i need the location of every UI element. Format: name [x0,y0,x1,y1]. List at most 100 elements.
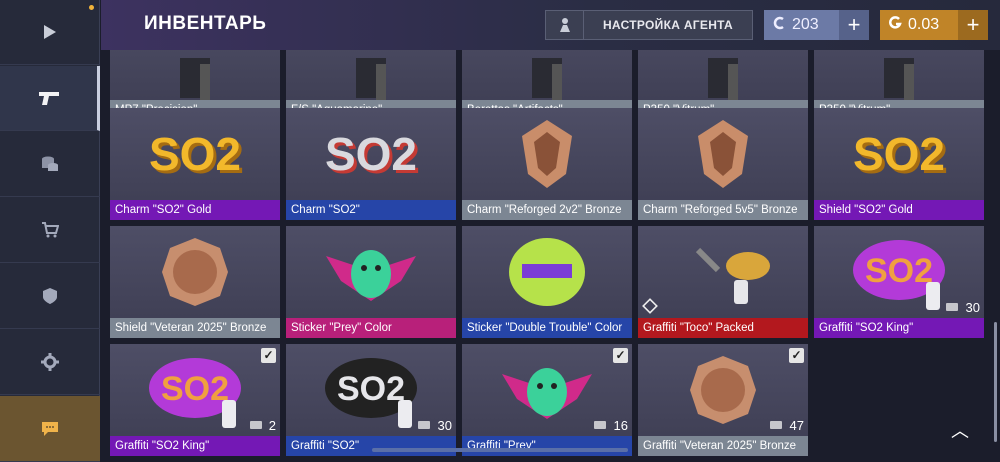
stack-icon [418,421,430,429]
sidebar-item-settings[interactable] [0,330,100,395]
item-image: SO2 [814,226,984,318]
item-name-label: Shield "Veteran 2025" Bronze [110,318,280,338]
item-image [110,50,280,100]
inventory-item-card[interactable]: Sticker "Prey" Color [286,226,456,338]
item-image: SO2 SO2 [286,108,456,200]
item-toco-art [695,247,770,304]
cart-icon [42,222,59,238]
inventory-item-card[interactable]: Charm "Reforged 2v2" Bronze [462,108,632,220]
silver-balance: 203 + [764,10,869,40]
selected-check-icon[interactable]: ✓ [613,348,628,363]
top-bar: ИНВЕНТАРЬ НАСТРОЙКА АГЕНТА 203 + 0.03 + [101,0,1000,50]
inventory-item-card[interactable]: SO2 SO2 Charm "SO2" [286,108,456,220]
vertical-scrollbar[interactable] [994,322,997,442]
inventory-item-card[interactable]: SO2 30 Graffiti "SO2" [286,344,456,456]
sidebar-item-play[interactable] [0,0,100,65]
item-image [638,108,808,200]
coins-icon [42,156,58,171]
item-name-label: Charm "Reforged 5v5" Bronze [638,200,808,220]
inventory-item-card[interactable]: Charm "Reforged 5v5" Bronze [638,108,808,220]
inventory-item-card[interactable]: Shield "Veteran 2025" Bronze [110,226,280,338]
stack-icon [594,421,606,429]
chat-icon [42,421,58,436]
gear-icon [41,353,59,371]
add-silver-button[interactable]: + [839,10,869,40]
item-name-label: Sticker "Prey" Color [286,318,456,338]
inventory-item-card[interactable]: SO2 30 Graffiti "SO2 King" [814,226,984,338]
item-image [638,50,808,100]
item-name-label: Graffiti "Toco" Packed [638,318,808,338]
sidebar-item-shop[interactable] [0,198,100,263]
add-gold-button[interactable]: + [958,10,988,40]
item-quantity: 30 [437,418,452,433]
sidebar-item-chat[interactable] [0,396,100,462]
item-bronze-emblem-art [698,120,748,188]
item-image [462,108,632,200]
gold-coin-icon [888,15,902,35]
item-bronze-emblem-art [522,120,572,188]
silver-coin-icon [772,16,786,35]
selected-check-icon[interactable]: ✓ [261,348,276,363]
page-title: ИНВЕНТАРЬ [144,13,267,34]
inventory-item-card[interactable]: ✓ 47 Graffiti "Veteran 2025" Bronze [638,344,808,456]
item-image: SO2 SO2 [110,108,280,200]
item-image [286,50,456,100]
item-name-label: Shield "SO2" Gold [814,200,984,220]
sidebar [0,0,100,462]
item-image: SO2 [286,344,456,436]
svg-text:SO2: SO2 [337,370,405,408]
agent-settings-label: НАСТРОЙКА АГЕНТА [602,18,734,32]
stack-icon [250,421,262,429]
item-name-label: Charm "SO2" [286,200,456,220]
item-name-label: Sticker "Double Trouble" Color [462,318,632,338]
agent-icon [546,11,584,39]
item-image [638,226,808,318]
shield-icon [43,288,57,304]
svg-text:SO2: SO2 [161,370,229,408]
svg-text:SO2: SO2 [149,128,241,180]
item-so2-gold-art: SO2SO2 [853,128,948,183]
item-weapon-art [884,58,914,100]
item-name-label: Graffiti "SO2 King" [110,436,280,456]
svg-text:SO2: SO2 [853,128,945,180]
gold-amount: 0.03 [908,16,940,33]
item-image [110,226,280,318]
item-image [638,344,808,436]
item-veteran-badge-art [162,238,228,306]
item-name-label: Charm "Reforged 2v2" Bronze [462,200,632,220]
item-weapon-art [356,58,386,100]
item-name-label: Graffiti "SO2 King" [814,318,984,338]
scroll-to-top-button[interactable]: ︿ [948,418,972,442]
item-quantity: 2 [268,418,276,433]
sidebar-item-coins[interactable] [0,132,100,197]
agent-settings-button[interactable]: НАСТРОЙКА АГЕНТА [545,10,753,40]
item-so2-king-art: SO2 [853,240,945,310]
sidebar-item-clan[interactable] [0,264,100,329]
inventory-item-card[interactable]: SO2 ✓ 2 Graffiti "SO2 King" [110,344,280,456]
inventory-item-card[interactable]: Graffiti "Toco" Packed [638,226,808,338]
item-name-label: Graffiti "Veteran 2025" Bronze [638,436,808,456]
item-weapon-art [180,58,210,100]
inventory-item-card[interactable]: ✓ 16 Graffiti "Prey" [462,344,632,456]
inventory-item-card[interactable]: SO2 SO2 Shield "SO2" Gold [814,108,984,220]
inventory-item-card[interactable]: Sticker "Double Trouble" Color [462,226,632,338]
item-image: SO2 SO2 [814,108,984,200]
item-quantity: 16 [613,418,628,433]
horizontal-scroll-indicator [372,448,628,452]
item-double-trouble-art [509,238,585,306]
selected-check-icon[interactable]: ✓ [789,348,804,363]
item-image [462,344,632,436]
item-image [462,50,632,100]
item-so2-gold-art: SO2SO2 [149,128,244,183]
item-prey-art [326,250,416,301]
pistol-icon [38,92,59,105]
item-weapon-art [532,58,562,100]
item-so2-graffiti-art: SO2 [325,358,417,428]
stack-icon [770,421,782,429]
item-quantity: 30 [965,300,980,315]
stack-icon [946,303,958,311]
inventory-item-card[interactable]: SO2 SO2 Charm "SO2" Gold [110,108,280,220]
item-veteran-badge-art [690,356,756,424]
item-weapon-art [708,58,738,100]
sidebar-item-inventory[interactable] [0,66,100,131]
